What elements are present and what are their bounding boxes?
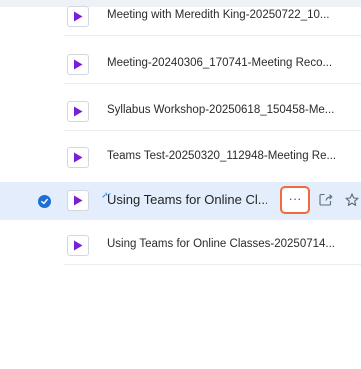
share-icon[interactable] — [319, 193, 333, 211]
file-name[interactable]: Syllabus Workshop-20250618_150458-Me... — [107, 104, 334, 116]
file-list-page: Meeting with Meredith King-20250722_10..… — [0, 0, 361, 369]
file-row[interactable]: Syllabus Workshop-20250618_150458-Me... — [0, 93, 361, 131]
file-row[interactable]: Meeting-20240306_170741-Meeting Reco... — [0, 46, 361, 84]
video-file-icon — [67, 6, 89, 27]
video-file-icon — [67, 190, 89, 211]
more-options-button[interactable]: ··· — [280, 186, 310, 214]
file-name[interactable]: Teams Test-20250320_112948-Meeting Re... — [107, 150, 336, 162]
more-horizontal-icon: ··· — [288, 191, 302, 206]
file-row[interactable]: Using Teams for Online Classes-20250714.… — [0, 227, 361, 265]
row-divider — [64, 83, 361, 84]
row-divider — [64, 35, 361, 36]
video-file-icon — [67, 54, 89, 75]
selected-check-icon[interactable] — [38, 195, 51, 208]
row-divider — [64, 264, 361, 265]
file-name[interactable]: Using Teams for Online Cl... — [107, 192, 267, 207]
file-row[interactable]: Teams Test-20250320_112948-Meeting Re... — [0, 139, 361, 177]
video-file-icon — [67, 235, 89, 256]
file-row-selected[interactable]: Using Teams for Online Cl... ··· — [0, 182, 361, 220]
video-file-icon — [67, 101, 89, 122]
file-row[interactable]: Meeting with Meredith King-20250722_10..… — [0, 0, 361, 36]
file-name[interactable]: Using Teams for Online Classes-20250714.… — [107, 238, 335, 250]
row-divider — [64, 130, 361, 131]
star-icon[interactable] — [345, 193, 359, 212]
file-name[interactable]: Meeting-20240306_170741-Meeting Reco... — [107, 57, 332, 69]
video-file-icon — [67, 147, 89, 168]
file-name[interactable]: Meeting with Meredith King-20250722_10..… — [107, 9, 329, 21]
